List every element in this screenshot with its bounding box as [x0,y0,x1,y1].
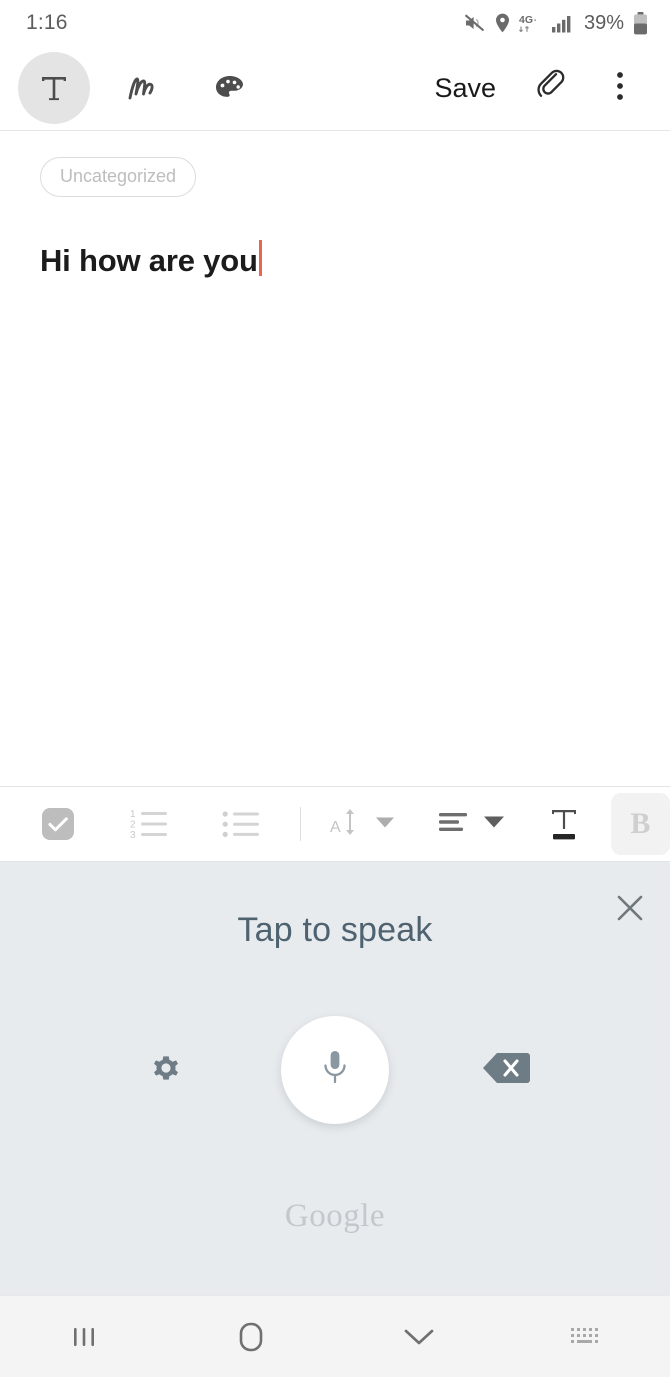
google-brand-label: Google [284,1198,386,1234]
svg-text:A: A [330,819,341,836]
alignment-dropdown[interactable] [483,814,505,834]
handwriting-icon [124,72,160,104]
status-icons: 4G ▪ 39% [464,11,648,35]
bold-button[interactable]: B [610,793,670,855]
toolbar-divider [300,807,301,841]
numbered-list-icon: 1 2 3 [130,804,176,844]
home-icon [235,1320,267,1354]
backspace-icon [481,1049,531,1092]
network-4g-icon: 4G ▪ [519,13,543,34]
svg-text:2: 2 [130,820,136,831]
gear-icon [146,1048,186,1093]
bulleted-list-button[interactable] [222,793,268,855]
formatting-toolbar: 1 2 3 A B [0,786,670,862]
save-button[interactable]: Save [420,63,510,114]
paperclip-icon [533,69,567,108]
note-body-text[interactable]: Hi how are you [40,242,258,281]
note-body[interactable]: Hi how are you [40,235,630,281]
mode-toggle-group [18,52,266,124]
microphone-icon [318,1046,352,1095]
chevron-down-icon [483,816,505,833]
voice-input-panel: Tap to speak Google [0,862,670,1295]
numbered-list-button[interactable]: 1 2 3 [130,793,176,855]
bulleted-list-icon [222,804,268,844]
battery-icon [633,11,648,35]
alignment-control[interactable] [437,805,505,844]
more-vertical-icon [615,69,625,108]
recents-icon [69,1322,99,1352]
nav-hide-keyboard-button[interactable] [335,1296,503,1377]
nav-recents-button[interactable] [0,1296,168,1377]
voice-controls [0,1009,670,1131]
text-color-button[interactable] [545,793,583,855]
toolbar-actions: Save [420,58,650,118]
chevron-down-icon [375,816,395,833]
status-time: 1:16 [26,11,68,34]
category-chip[interactable]: Uncategorized [40,157,197,197]
app-toolbar: Save [0,46,670,131]
font-size-dropdown[interactable] [375,815,395,834]
nav-home-button[interactable] [168,1296,336,1377]
note-editor-area[interactable]: Uncategorized Hi how are you [0,131,670,786]
handwriting-mode-button[interactable] [106,52,178,124]
mute-icon [464,13,486,33]
svg-text:▪: ▪ [534,18,536,24]
notes-app-screen: 1:16 4G ▪ 39% Save Uncategorized Hi how … [0,0,670,1377]
text-color-icon [545,803,583,845]
font-size-control[interactable]: A [329,804,395,845]
svg-text:1: 1 [130,809,136,820]
system-nav-bar [0,1295,670,1377]
align-left-icon [437,805,471,844]
nav-keyboard-switch-button[interactable] [503,1296,670,1377]
svg-text:4G: 4G [519,14,533,26]
signal-bars-icon [551,13,574,33]
voice-settings-button[interactable] [139,1043,193,1097]
svg-text:3: 3 [130,830,136,841]
keyboard-icon [569,1324,603,1350]
drawing-mode-button[interactable] [194,52,266,124]
battery-percent-label: 39% [583,11,624,34]
more-options-button[interactable] [590,58,650,118]
text-mode-button[interactable] [18,52,90,124]
voice-title: Tap to speak [237,911,433,949]
location-icon [495,13,510,33]
font-size-icon: A [329,804,363,845]
checklist-button[interactable] [38,793,78,855]
palette-icon [213,73,247,103]
voice-mic-button[interactable] [281,1016,389,1124]
status-bar: 1:16 4G ▪ 39% [0,0,670,46]
chevron-down-icon [402,1325,436,1349]
attach-button[interactable] [520,58,580,118]
text-T-icon [37,71,71,105]
voice-backspace-button[interactable] [478,1047,534,1093]
checkbox-checked-icon [38,804,78,844]
text-caret [258,240,262,276]
